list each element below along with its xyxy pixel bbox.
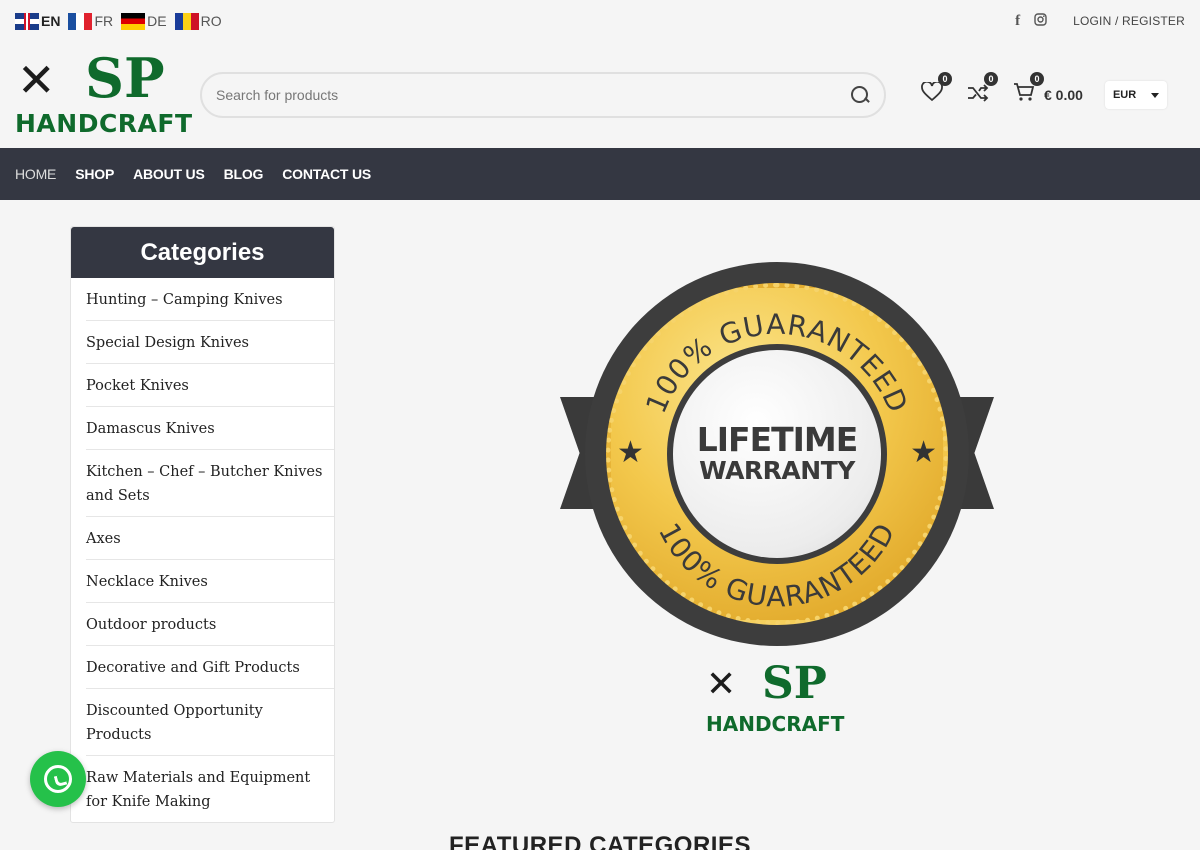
category-item[interactable]: Kitchen – Chef – Butcher Knives and Sets — [86, 450, 334, 517]
language-switcher: EN FR DE RO — [15, 12, 222, 30]
main-nav: HOME SHOP ABOUT US BLOG CONTACT US — [0, 148, 1200, 200]
facebook-icon[interactable]: f — [1015, 13, 1020, 30]
header: ✕ SP HANDCRAFT 0 0 0 € 0.00 EUR — [0, 42, 1200, 148]
category-item[interactable]: Hunting – Camping Knives — [86, 278, 334, 321]
compare-button[interactable]: 0 — [966, 72, 998, 108]
category-item[interactable]: Raw Materials and Equipment for Knife Ma… — [86, 756, 334, 822]
categories-list: Hunting – Camping Knives Special Design … — [71, 278, 334, 822]
nav-contact-us[interactable]: CONTACT US — [282, 166, 371, 182]
categories-title: Categories — [71, 227, 334, 278]
nav-blog[interactable]: BLOG — [224, 166, 264, 182]
germany-flag-icon — [121, 12, 146, 30]
uk-flag-icon — [15, 12, 39, 30]
header-actions: 0 0 0 € 0.00 — [920, 72, 1083, 108]
lifetime-warranty-badge: 100% GUARANTEED 100% GUARANTEED LIFETIME… — [560, 262, 994, 647]
category-item[interactable]: Discounted Opportunity Products — [86, 689, 334, 756]
badge-line-warranty: WARRANTY — [699, 455, 855, 485]
category-item[interactable]: Necklace Knives — [86, 560, 334, 603]
currency-select[interactable]: EUR — [1104, 81, 1167, 109]
top-right-links: f LOGIN / REGISTER — [1015, 13, 1185, 30]
badge-center: LIFETIME WARRANTY — [673, 350, 881, 558]
crossed-knives-icon: ✕ — [706, 663, 737, 704]
nav-home[interactable]: HOME — [15, 166, 56, 182]
cart-icon-wrap: 0 — [1012, 72, 1044, 108]
star-icon: ★ — [617, 436, 644, 469]
whatsapp-button[interactable] — [30, 751, 86, 807]
category-item[interactable]: Damascus Knives — [86, 407, 334, 450]
language-fr[interactable]: FR — [68, 12, 113, 30]
brand-logo-secondary: ✕ SP HANDCRAFT — [706, 658, 845, 737]
shuffle-icon — [968, 84, 989, 102]
star-icon: ★ — [910, 436, 937, 469]
category-item[interactable]: Outdoor products — [86, 603, 334, 646]
cart-button[interactable]: 0 € 0.00 — [1012, 72, 1083, 108]
category-item[interactable]: Decorative and Gift Products — [86, 646, 334, 689]
language-ro[interactable]: RO — [174, 12, 222, 30]
top-bar: EN FR DE RO f LOGIN / REGISTER — [0, 0, 1200, 42]
category-item[interactable]: Special Design Knives — [86, 321, 334, 364]
search-bar — [200, 72, 886, 118]
crossed-knives-icon: ✕ — [17, 54, 56, 106]
wishlist-count-badge: 0 — [938, 72, 952, 86]
caret-down-icon — [1150, 92, 1159, 98]
romania-flag-icon — [174, 12, 199, 30]
cart-icon — [1014, 83, 1035, 101]
language-en[interactable]: EN — [15, 12, 60, 30]
cart-count-badge: 0 — [1030, 72, 1044, 86]
search-input[interactable] — [216, 87, 850, 103]
language-de[interactable]: DE — [121, 12, 167, 30]
nav-about-us[interactable]: ABOUT US — [133, 166, 205, 182]
categories-widget: Categories Hunting – Camping Knives Spec… — [70, 226, 335, 823]
heart-icon — [921, 80, 943, 102]
featured-categories-heading: FEATURED CATEGORIES — [449, 832, 751, 850]
compare-count-badge: 0 — [984, 72, 998, 86]
wishlist-button[interactable]: 0 — [920, 72, 952, 108]
site-logo[interactable]: ✕ SP HANDCRAFT — [15, 51, 192, 139]
category-item[interactable]: Axes — [86, 517, 334, 560]
instagram-icon[interactable] — [1034, 13, 1047, 29]
cart-total: € 0.00 — [1044, 87, 1083, 103]
nav-shop[interactable]: SHOP — [75, 166, 114, 182]
login-register-link[interactable]: LOGIN / REGISTER — [1073, 14, 1185, 28]
badge-line-lifetime: LIFETIME — [696, 419, 859, 459]
search-icon[interactable] — [850, 85, 870, 105]
whatsapp-icon — [44, 765, 72, 793]
france-flag-icon — [68, 12, 93, 30]
category-item[interactable]: Pocket Knives — [86, 364, 334, 407]
